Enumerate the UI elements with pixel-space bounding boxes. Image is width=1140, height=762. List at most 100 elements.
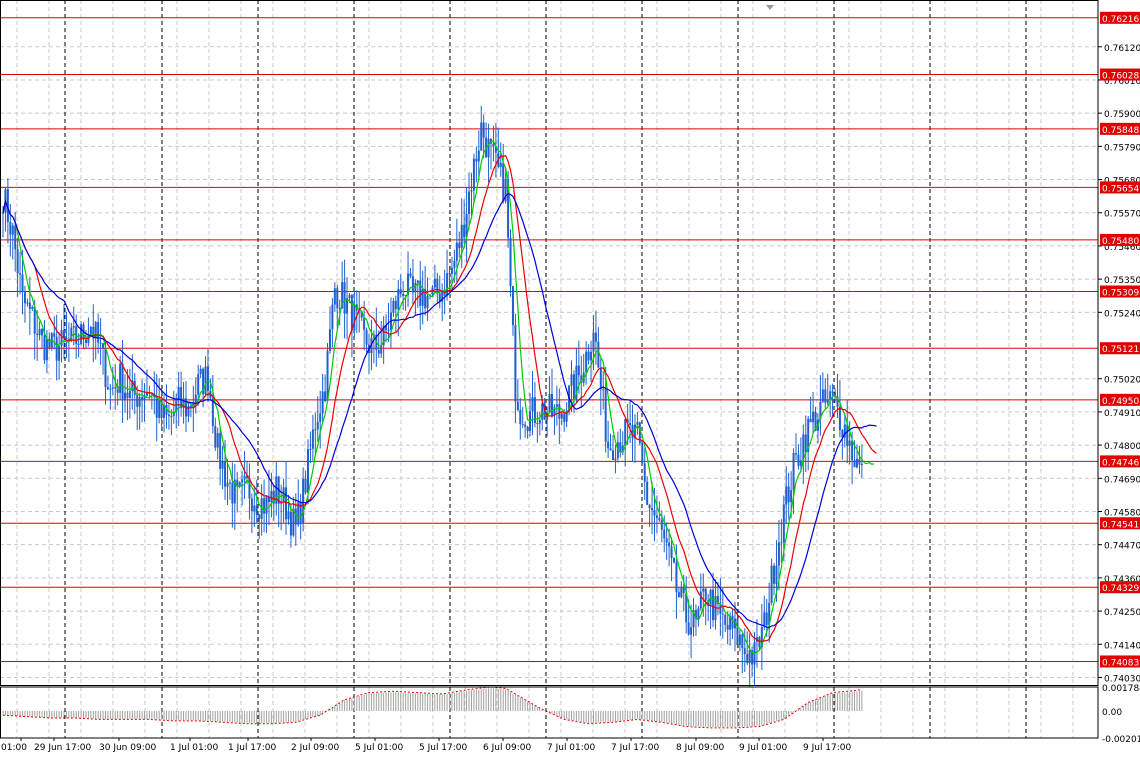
candle-body [585,352,587,373]
candle-body [344,282,346,314]
candle-body [797,454,799,465]
x-tick-label: 1 Jul 01:00 [170,743,219,753]
candle-body [95,322,97,338]
candle-body [53,333,55,336]
candle-body [156,397,158,418]
candle-body [812,412,814,422]
candle-body [229,482,231,483]
candle-body [214,426,216,448]
candle-body [195,395,197,403]
x-tick-label: 9 Jul 01:00 [739,743,788,753]
candle-body [500,163,502,167]
candle-body [653,510,655,515]
x-tick-label: 6 Jul 09:00 [483,743,532,753]
x-tick-label: 30 Jun 09:00 [99,743,156,753]
candle-body [305,479,307,493]
candle-body [129,391,131,398]
candle-body [651,508,653,510]
candle-body [673,558,675,563]
candle-body [12,226,14,235]
y-tick-label: 0.75350 [1104,276,1140,286]
candle-body [263,498,265,513]
candle-body [39,329,41,335]
candle-body [524,425,526,427]
chart-window[interactable]: 0.761200.760100.759000.757900.756800.755… [0,0,1140,758]
candle-body [790,490,792,502]
candle-body [256,506,258,515]
candle-body [29,303,31,309]
candle-body [417,281,419,283]
candle-body [783,505,785,543]
y-tick-label: 0.75790 [1104,143,1140,153]
candle-body [322,391,324,413]
period-separators [65,0,1026,738]
candle-body [285,487,287,519]
candle-body [700,592,702,609]
candle-body [244,476,246,480]
candle-body [478,151,480,162]
candle-body [258,515,260,519]
candle-body [675,562,677,592]
candle-body [614,458,616,460]
candle-body [592,333,594,352]
candle-body [736,619,738,645]
candle-body [780,542,782,543]
candle-body [56,337,58,361]
x-tick-label: 7 Jul 17:00 [611,743,660,753]
level-label: 0.75654 [1102,184,1139,194]
candle-body [558,404,560,418]
candle-body [392,301,394,313]
candle-body [536,423,538,424]
price-chart[interactable]: 0.761200.760100.759000.757900.756800.755… [0,0,1140,758]
candle-body [531,397,533,411]
osc-tick-label: -0.00201 [1102,735,1140,745]
level-label: 0.74083 [1102,658,1139,668]
candle-body [785,487,787,505]
candle-body [795,453,797,454]
candle-body [436,279,438,294]
candle-body [461,225,463,248]
candle-body [41,329,43,335]
candle-body [775,566,777,584]
x-tick-label: 1 Jul 17:00 [228,743,277,753]
candle-body [824,389,826,402]
candle-body [207,366,209,391]
candle-body [388,330,390,331]
candle-body [319,413,321,422]
candle-body [849,441,851,446]
candle-body [641,443,643,463]
level-label: 0.75121 [1102,345,1139,355]
candle-body [124,393,126,400]
candle-body [649,505,651,508]
candle-body [502,163,504,201]
candle-body [126,393,128,398]
candle-body [473,159,475,191]
candle-body [200,369,202,374]
candle-body [100,343,102,344]
candle-body [741,634,743,648]
candle-body [351,295,353,331]
candle-body [14,226,16,250]
candle-body [463,225,465,238]
candle-body [331,305,333,330]
candle-body [241,479,243,482]
candle-body [334,288,336,304]
candle-body [58,346,60,361]
candle-body [519,410,521,424]
candle-body [412,276,414,292]
candle-body [724,615,726,625]
candle-body [832,391,834,392]
candle-body [475,159,477,162]
x-tick-label: 29 Jun 17:00 [34,743,91,753]
candle-body [348,295,350,298]
candle-body [612,450,614,460]
candle-body [610,448,612,450]
candle-body [805,434,807,452]
candle-body [514,325,516,401]
candle-body [683,587,685,593]
candle-body [663,530,665,539]
moving-average-line [3,156,877,642]
horizontal-levels [0,18,1098,662]
candle-body [690,627,692,634]
candle-body [449,273,451,274]
